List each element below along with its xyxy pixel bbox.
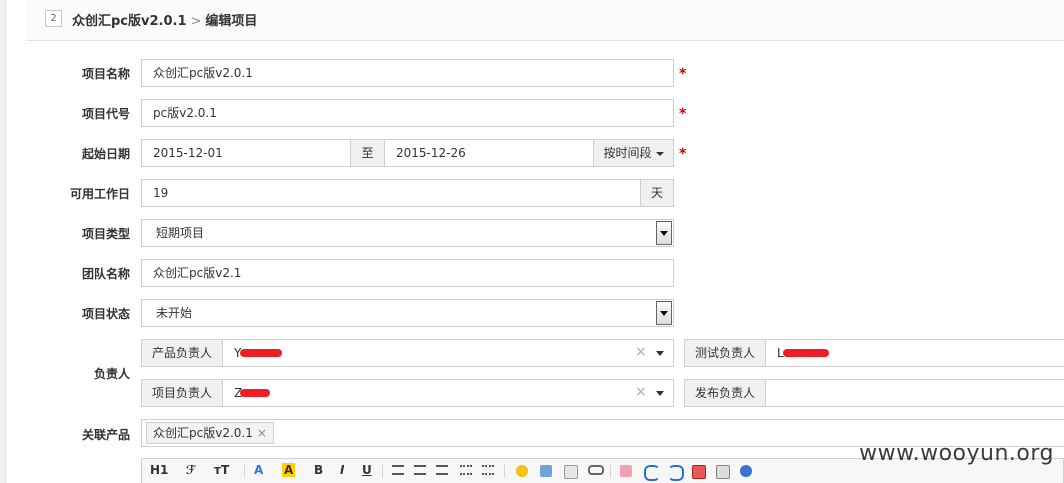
align-right-icon[interactable] bbox=[436, 465, 448, 475]
project-name-label: 项目名称 bbox=[81, 67, 130, 81]
page-header: 2 众创汇pc版v2.0.1 > 编辑项目 bbox=[26, 0, 1064, 41]
code-icon[interactable] bbox=[564, 465, 578, 479]
workdays-label: 可用工作日 bbox=[69, 187, 130, 201]
unordered-list-icon[interactable] bbox=[482, 465, 494, 475]
ordered-list-icon[interactable] bbox=[460, 465, 472, 475]
project-code-input[interactable]: pc版v2.0.1 bbox=[141, 99, 674, 127]
breadcrumb-current: 编辑项目 bbox=[205, 14, 258, 29]
fullscreen-icon[interactable] bbox=[692, 465, 706, 479]
product-tag-label: 众创汇pc版v2.0.1 bbox=[153, 426, 253, 440]
product-owner-select[interactable]: Y bbox=[222, 339, 674, 367]
project-name-input[interactable]: 众创汇pc版v2.0.1 bbox=[141, 59, 674, 87]
select-arrow-icon[interactable] bbox=[656, 301, 672, 325]
owners-label: 负责人 bbox=[93, 367, 130, 381]
release-owner-addon: 发布负责人 bbox=[684, 379, 766, 407]
breadcrumb-separator: > bbox=[190, 14, 202, 29]
redaction-mark bbox=[783, 349, 829, 357]
heading-button[interactable]: H1 bbox=[150, 463, 168, 477]
underline-button[interactable]: U bbox=[362, 463, 372, 477]
bold-button[interactable]: B bbox=[314, 463, 323, 477]
breadcrumb-project[interactable]: 众创汇pc版v2.0.1 bbox=[72, 14, 187, 29]
project-owner-addon: 项目负责人 bbox=[141, 379, 223, 407]
required-mark: * bbox=[679, 66, 687, 82]
required-mark: * bbox=[679, 106, 687, 122]
watermark: www.wooyun.org bbox=[859, 441, 1054, 466]
toolbar-divider bbox=[382, 464, 383, 478]
date-mode-label: 按时间段 bbox=[603, 146, 652, 160]
workdays-unit-addon: 天 bbox=[640, 179, 674, 207]
linked-products-label: 关联产品 bbox=[81, 428, 130, 442]
chevron-down-icon[interactable] bbox=[656, 391, 664, 396]
select-arrow-icon[interactable] bbox=[656, 221, 672, 245]
product-owner-addon: 产品负责人 bbox=[141, 339, 223, 367]
project-owner-select[interactable]: Z bbox=[222, 379, 674, 407]
start-date-input[interactable]: 2015-12-01 bbox=[141, 139, 351, 167]
test-owner-addon: 测试负责人 bbox=[684, 339, 766, 367]
team-name-input[interactable]: 众创汇pc版v2.1 bbox=[141, 259, 674, 287]
toolbar-divider bbox=[244, 464, 245, 478]
required-mark: * bbox=[679, 146, 687, 162]
align-left-icon[interactable] bbox=[392, 465, 404, 475]
project-type-select[interactable]: 短期项目 bbox=[141, 219, 674, 247]
eraser-icon[interactable] bbox=[620, 465, 632, 477]
font-color-button[interactable]: A bbox=[254, 463, 263, 477]
align-center-icon[interactable] bbox=[414, 465, 426, 475]
project-status-label: 项目状态 bbox=[81, 307, 130, 321]
end-date-input[interactable]: 2015-12-26 bbox=[384, 139, 594, 167]
remove-tag-icon[interactable]: × bbox=[257, 426, 267, 440]
date-to-addon: 至 bbox=[350, 139, 385, 167]
clear-icon[interactable]: × bbox=[635, 384, 647, 400]
chevron-down-icon[interactable] bbox=[656, 351, 664, 356]
highlight-button[interactable]: A bbox=[282, 463, 296, 477]
undo-icon[interactable] bbox=[644, 465, 660, 481]
team-name-label: 团队名称 bbox=[81, 267, 130, 281]
help-icon[interactable] bbox=[740, 465, 752, 477]
font-family-button[interactable]: ℱ bbox=[186, 463, 196, 477]
emoji-icon[interactable] bbox=[516, 465, 528, 477]
project-type-label: 项目类型 bbox=[81, 227, 130, 241]
breadcrumb: 众创汇pc版v2.0.1 > 编辑项目 bbox=[72, 10, 257, 29]
product-tag: 众创汇pc版v2.0.1 × bbox=[146, 422, 274, 444]
project-status-selected: 未开始 bbox=[156, 306, 193, 320]
left-gutter-border bbox=[5, 0, 6, 483]
toolbar-divider bbox=[610, 464, 611, 478]
redaction-mark bbox=[240, 349, 282, 357]
redo-icon[interactable] bbox=[668, 465, 684, 481]
project-code-label: 项目代号 bbox=[81, 107, 130, 121]
caret-down-icon bbox=[655, 151, 664, 156]
project-type-selected: 短期项目 bbox=[156, 226, 205, 240]
project-id-badge: 2 bbox=[45, 10, 62, 27]
italic-button[interactable]: I bbox=[340, 463, 344, 477]
link-icon[interactable] bbox=[588, 465, 604, 475]
image-icon[interactable] bbox=[540, 465, 552, 477]
toolbar-divider bbox=[504, 464, 505, 478]
date-range-label: 起始日期 bbox=[81, 147, 130, 161]
source-icon[interactable] bbox=[716, 465, 730, 479]
release-owner-select[interactable] bbox=[765, 379, 1064, 407]
redaction-mark bbox=[240, 389, 270, 397]
font-size-button[interactable]: тT bbox=[214, 463, 229, 477]
date-mode-dropdown[interactable]: 按时间段 bbox=[593, 139, 674, 167]
clear-icon[interactable]: × bbox=[635, 344, 647, 360]
workdays-input[interactable]: 19 bbox=[141, 179, 641, 207]
project-status-select[interactable]: 未开始 bbox=[141, 299, 674, 327]
